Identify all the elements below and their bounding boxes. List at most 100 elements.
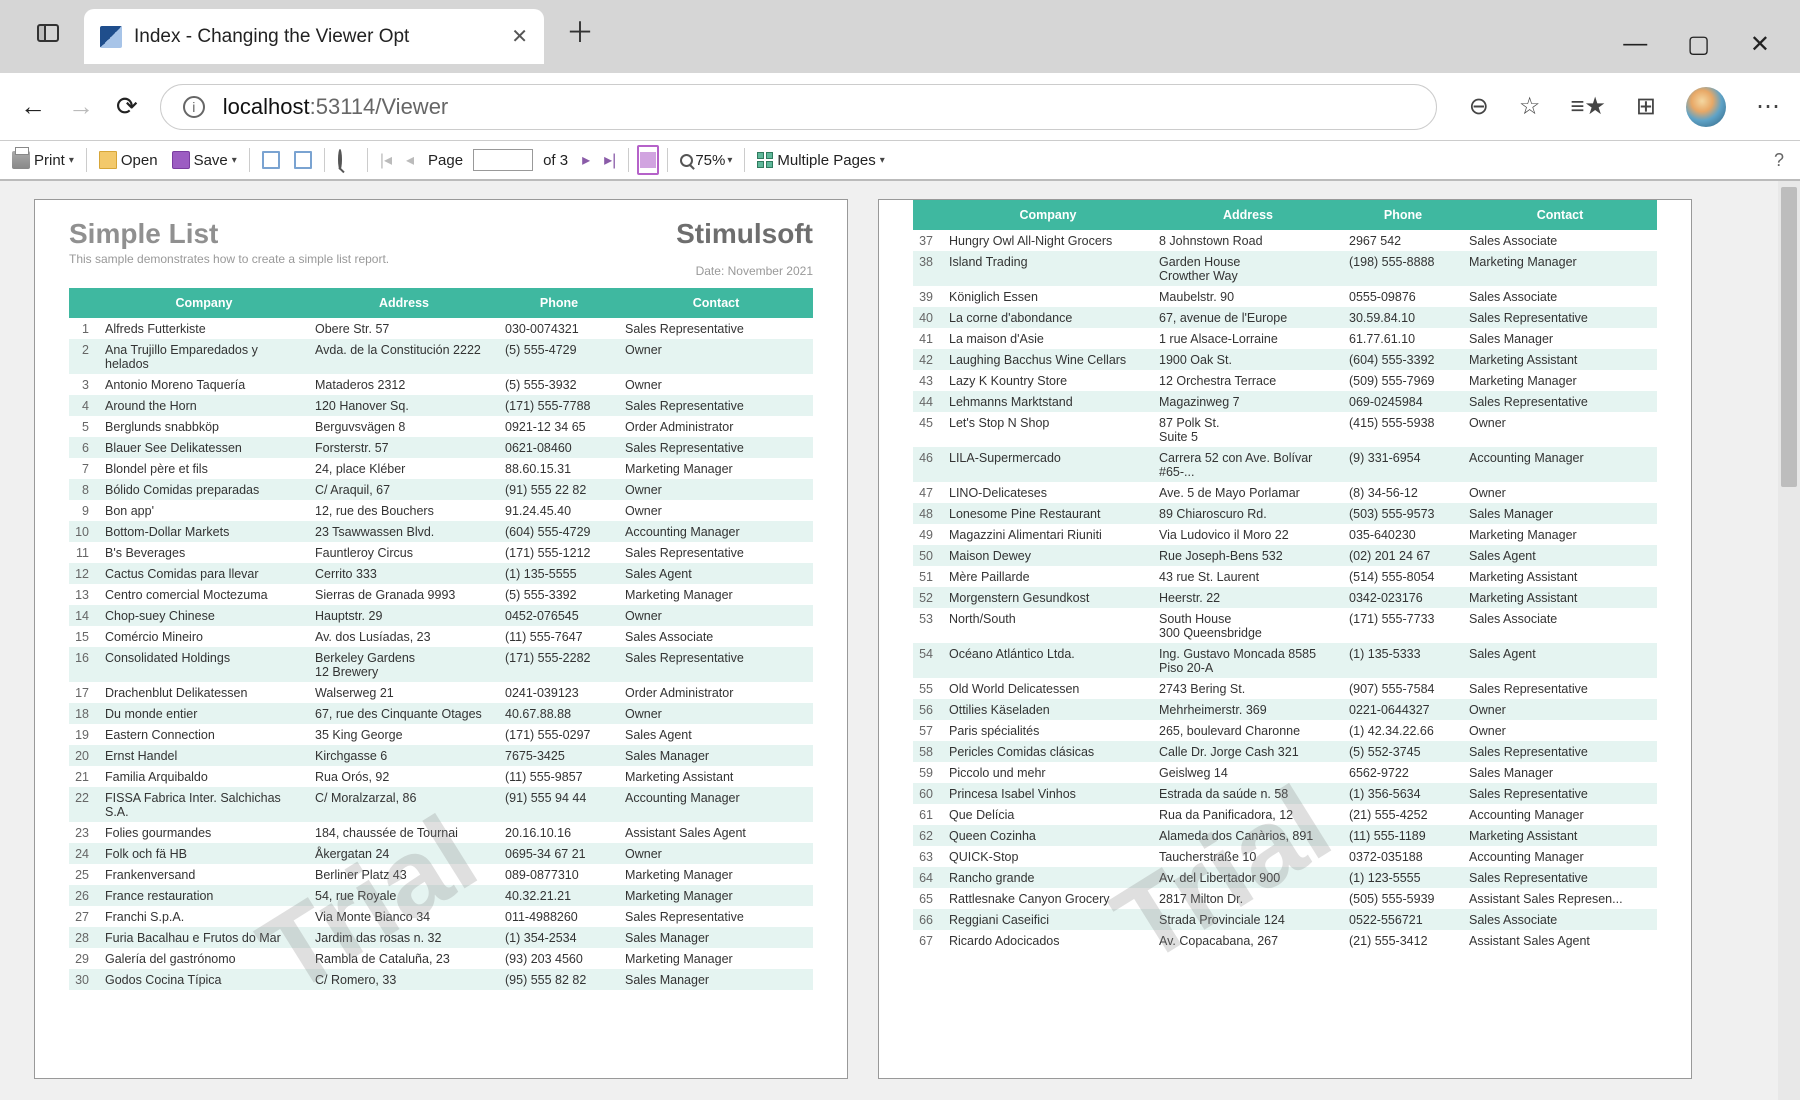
report-page-1: Trial Simple List Stimulsoft This sample…: [34, 199, 848, 1079]
table-row: 66Reggiani CaseificiStrada Provinciale 1…: [913, 909, 1657, 930]
grid-icon: [757, 152, 773, 168]
collections-icon[interactable]: ⊞: [1636, 92, 1656, 121]
table-row: 51Mère Paillarde43 rue St. Laurent(514) …: [913, 566, 1657, 587]
col-phone: Phone: [499, 288, 619, 318]
full-page-view-button[interactable]: [637, 145, 659, 175]
table-row: 26France restauration54, rue Royale40.32…: [69, 885, 813, 906]
table-row: 24Folk och fä HBÅkergatan 240695-34 67 2…: [69, 843, 813, 864]
site-info-icon[interactable]: i: [183, 96, 205, 118]
col-contact: Contact: [1463, 200, 1657, 230]
tab-actions-icon[interactable]: [30, 15, 66, 51]
report-page-2: Trial Company Address Phone Contact 37Hu…: [878, 199, 1692, 1079]
scrollbar-thumb[interactable]: [1781, 187, 1797, 487]
url-text: localhost:53114/Viewer: [223, 94, 448, 120]
table-row: 46LILA-SupermercadoCarrera 52 con Ave. B…: [913, 447, 1657, 482]
col-address: Address: [309, 288, 499, 318]
table-row: 11B's BeveragesFauntleroy Circus(171) 55…: [69, 542, 813, 563]
col-phone: Phone: [1343, 200, 1463, 230]
page-label: Page: [424, 145, 467, 175]
window-maximize-icon[interactable]: ▢: [1687, 30, 1710, 59]
help-button[interactable]: ?: [1774, 150, 1792, 171]
tab-title: Index - Changing the Viewer Opt: [134, 26, 499, 48]
find-button[interactable]: [333, 145, 359, 175]
favorite-icon[interactable]: ☆: [1519, 92, 1541, 121]
report-title: Simple List: [69, 218, 218, 250]
table-row: 55Old World Delicatessen2743 Bering St.(…: [913, 678, 1657, 699]
table-row: 21Familia ArquibaldoRua Orós, 92(11) 555…: [69, 766, 813, 787]
brand-label: Stimulsoft: [676, 218, 813, 250]
table-row: 45Let's Stop N Shop87 Polk St. Suite 5(4…: [913, 412, 1657, 447]
back-button[interactable]: ←: [20, 91, 46, 122]
close-tab-icon[interactable]: ✕: [511, 24, 528, 49]
parameters-icon[interactable]: [290, 145, 316, 175]
table-row: 28Furia Bacalhau e Frutos do MarJardim d…: [69, 927, 813, 948]
report-table-1: Company Address Phone Contact 1Alfreds F…: [69, 288, 813, 990]
table-row: 47LINO-DelicatesesAve. 5 de Mayo Porlama…: [913, 482, 1657, 503]
table-row: 40La corne d'abondance67, avenue de l'Eu…: [913, 307, 1657, 328]
disk-save-icon: [172, 151, 190, 169]
table-row: 6Blauer See DelikatessenForsterstr. 5706…: [69, 437, 813, 458]
table-row: 19Eastern Connection35 King George(171) …: [69, 724, 813, 745]
col-company: Company: [99, 288, 309, 318]
table-row: 37Hungry Owl All-Night Grocers8 Johnstow…: [913, 230, 1657, 251]
table-row: 16Consolidated HoldingsBerkeley Gardens …: [69, 647, 813, 682]
table-row: 18Du monde entier67, rue des Cinquante O…: [69, 703, 813, 724]
first-page-button[interactable]: |◂: [376, 145, 396, 175]
table-row: 64Rancho grandeAv. del Libertador 900(1)…: [913, 867, 1657, 888]
table-row: 23Folies gourmandes184, chaussée de Tour…: [69, 822, 813, 843]
open-button[interactable]: Open: [95, 145, 162, 175]
table-row: 14Chop-suey ChineseHauptstr. 290452-0765…: [69, 605, 813, 626]
col-company: Company: [943, 200, 1153, 230]
table-row: 61Que DelíciaRua da Panificadora, 12(21)…: [913, 804, 1657, 825]
viewer-toolbar: Print▾ Open Save▾ |◂ ◂ Page of 3 ▸ ▸| 75…: [0, 141, 1800, 181]
table-row: 8Bólido Comidas preparadasC/ Araquil, 67…: [69, 479, 813, 500]
table-row: 27Franchi S.p.A.Via Monte Bianco 34011-4…: [69, 906, 813, 927]
table-row: 57Paris spécialités265, boulevard Charon…: [913, 720, 1657, 741]
window-minimize-icon[interactable]: —: [1623, 30, 1647, 59]
multiple-pages-button[interactable]: Multiple Pages▾: [753, 145, 888, 175]
table-row: 10Bottom-Dollar Markets23 Tsawwassen Blv…: [69, 521, 813, 542]
last-page-button[interactable]: ▸|: [600, 145, 620, 175]
vertical-scrollbar[interactable]: [1778, 181, 1800, 1100]
table-row: 44Lehmanns MarktstandMagazinweg 7069-024…: [913, 391, 1657, 412]
table-row: 63QUICK-StopTaucherstraße 100372-035188A…: [913, 846, 1657, 867]
address-bar: ← → ⟳ i localhost:53114/Viewer ⊖ ☆ ≡★ ⊞ …: [0, 73, 1800, 141]
zoom-dropdown[interactable]: 75%▾: [676, 145, 736, 175]
prev-page-button[interactable]: ◂: [402, 145, 418, 175]
zoom-out-icon[interactable]: ⊖: [1469, 92, 1489, 121]
table-row: 3Antonio Moreno TaqueríaMataderos 2312(5…: [69, 374, 813, 395]
table-row: 25FrankenversandBerliner Platz 43089-087…: [69, 864, 813, 885]
page-number-input[interactable]: [473, 149, 533, 171]
more-icon[interactable]: ⋯: [1756, 92, 1780, 121]
print-icon: [12, 151, 30, 169]
save-button[interactable]: Save▾: [168, 145, 241, 175]
new-tab-button[interactable]: ＋: [566, 11, 594, 51]
print-button[interactable]: Print▾: [8, 145, 78, 175]
bookmarks-icon[interactable]: [258, 145, 284, 175]
table-row: 2Ana Trujillo Emparedados y heladosAvda.…: [69, 339, 813, 374]
table-row: 5Berglunds snabbköpBerguvsvägen 80921-12…: [69, 416, 813, 437]
table-row: 43Lazy K Kountry Store12 Orchestra Terra…: [913, 370, 1657, 391]
search-icon: [338, 149, 342, 170]
browser-tab-active[interactable]: Index - Changing the Viewer Opt ✕: [84, 9, 544, 64]
report-table-2: Company Address Phone Contact 37Hungry O…: [913, 200, 1657, 951]
table-row: 15Comércio MineiroAv. dos Lusíadas, 23(1…: [69, 626, 813, 647]
viewer-content: Trial Simple List Stimulsoft This sample…: [0, 181, 1800, 1100]
table-row: 7Blondel père et fils24, place Kléber88.…: [69, 458, 813, 479]
table-row: 65Rattlesnake Canyon Grocery2817 Milton …: [913, 888, 1657, 909]
next-page-button[interactable]: ▸: [578, 145, 594, 175]
col-address: Address: [1153, 200, 1343, 230]
window-close-icon[interactable]: ✕: [1750, 30, 1770, 59]
profile-avatar[interactable]: [1686, 87, 1726, 127]
favorites-bar-icon[interactable]: ≡★: [1570, 92, 1606, 121]
favicon-icon: [100, 26, 122, 48]
table-row: 42Laughing Bacchus Wine Cellars1900 Oak …: [913, 349, 1657, 370]
col-contact: Contact: [619, 288, 813, 318]
forward-button[interactable]: →: [68, 91, 94, 122]
table-row: 12Cactus Comidas para llevarCerrito 333(…: [69, 563, 813, 584]
refresh-button[interactable]: ⟳: [116, 91, 138, 122]
table-row: 29Galería del gastrónomoRambla de Catalu…: [69, 948, 813, 969]
table-row: 41La maison d'Asie1 rue Alsace-Lorraine6…: [913, 328, 1657, 349]
url-input[interactable]: i localhost:53114/Viewer: [160, 84, 1437, 130]
table-row: 62Queen CozinhaAlameda dos Canàrios, 891…: [913, 825, 1657, 846]
